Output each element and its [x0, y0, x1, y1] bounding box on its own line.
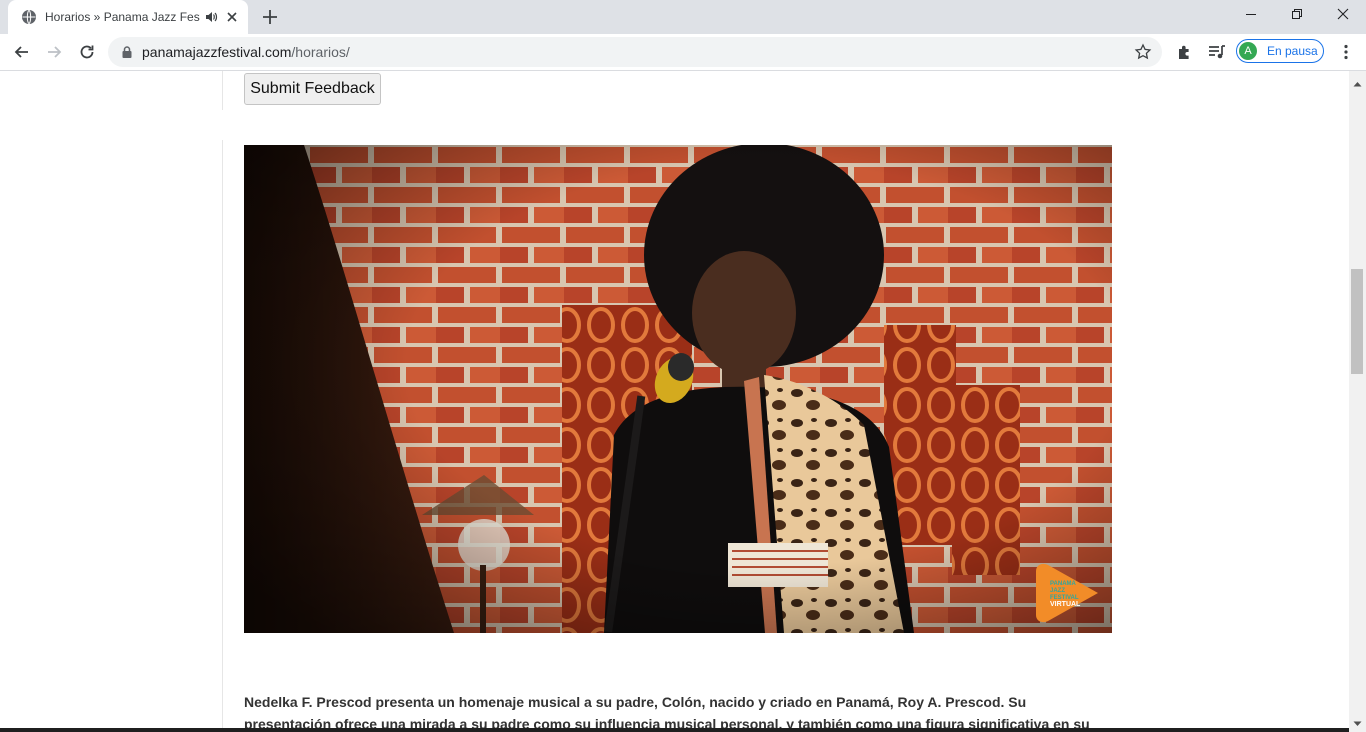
minimize-icon[interactable] [1228, 0, 1274, 30]
url-path: /horarios/ [291, 44, 350, 60]
page-viewport: Submit Feedback PANAMA JAZZ FESTIVAL VIR… [0, 71, 1349, 732]
maximize-icon[interactable] [1274, 0, 1320, 30]
scroll-up-arrow-icon[interactable] [1353, 74, 1362, 92]
avatar: A [1239, 42, 1257, 60]
reload-icon[interactable] [77, 42, 97, 62]
speaker-playing-icon[interactable] [204, 10, 218, 24]
event-description: Nedelka F. Prescod presenta un homenaje … [244, 694, 1090, 732]
arrow-left-icon[interactable] [12, 42, 32, 62]
tab-title: Horarios » Panama Jazz Festi [45, 10, 200, 24]
media-queue-icon[interactable] [1207, 42, 1227, 62]
globe-icon [21, 9, 37, 25]
content-divider [222, 140, 223, 732]
tab-strip: Horarios » Panama Jazz Festi [0, 0, 1366, 34]
url-text[interactable]: panamajazzfestival.com/horarios/ [142, 44, 350, 60]
scroll-down-arrow-icon[interactable] [1353, 714, 1362, 732]
content-divider [222, 71, 223, 110]
close-icon[interactable] [224, 9, 240, 25]
video-player[interactable]: PANAMA JAZZ FESTIVAL VIRTUAL [244, 145, 1112, 633]
kebab-menu-icon[interactable] [1336, 42, 1356, 62]
badge-line: PANAMA [1050, 581, 1077, 587]
address-bar[interactable]: panamajazzfestival.com/horarios/ [108, 37, 1162, 67]
profile-status: En pausa [1267, 44, 1318, 58]
scroll-thumb[interactable] [1351, 269, 1363, 374]
browser-tab[interactable]: Horarios » Panama Jazz Festi [8, 0, 248, 34]
window-close-icon[interactable] [1320, 0, 1366, 30]
page-scrollbar[interactable] [1349, 71, 1366, 732]
star-icon[interactable] [1134, 43, 1152, 61]
browser-toolbar: panamajazzfestival.com/horarios/ A En pa… [0, 34, 1366, 71]
profile-chip[interactable]: A En pausa [1236, 39, 1324, 63]
url-host: panamajazzfestival.com [142, 44, 292, 60]
taskbar-edge [0, 728, 1349, 732]
arrow-right-icon[interactable] [44, 42, 64, 62]
submit-feedback-button[interactable]: Submit Feedback [244, 73, 381, 105]
badge-line: VIRTUAL [1050, 601, 1081, 608]
badge-line: JAZZ [1050, 588, 1065, 594]
puzzle-icon[interactable] [1175, 42, 1195, 62]
plus-icon[interactable] [260, 7, 280, 27]
lock-icon[interactable] [120, 45, 134, 59]
video-still: PANAMA JAZZ FESTIVAL VIRTUAL [244, 145, 1112, 633]
